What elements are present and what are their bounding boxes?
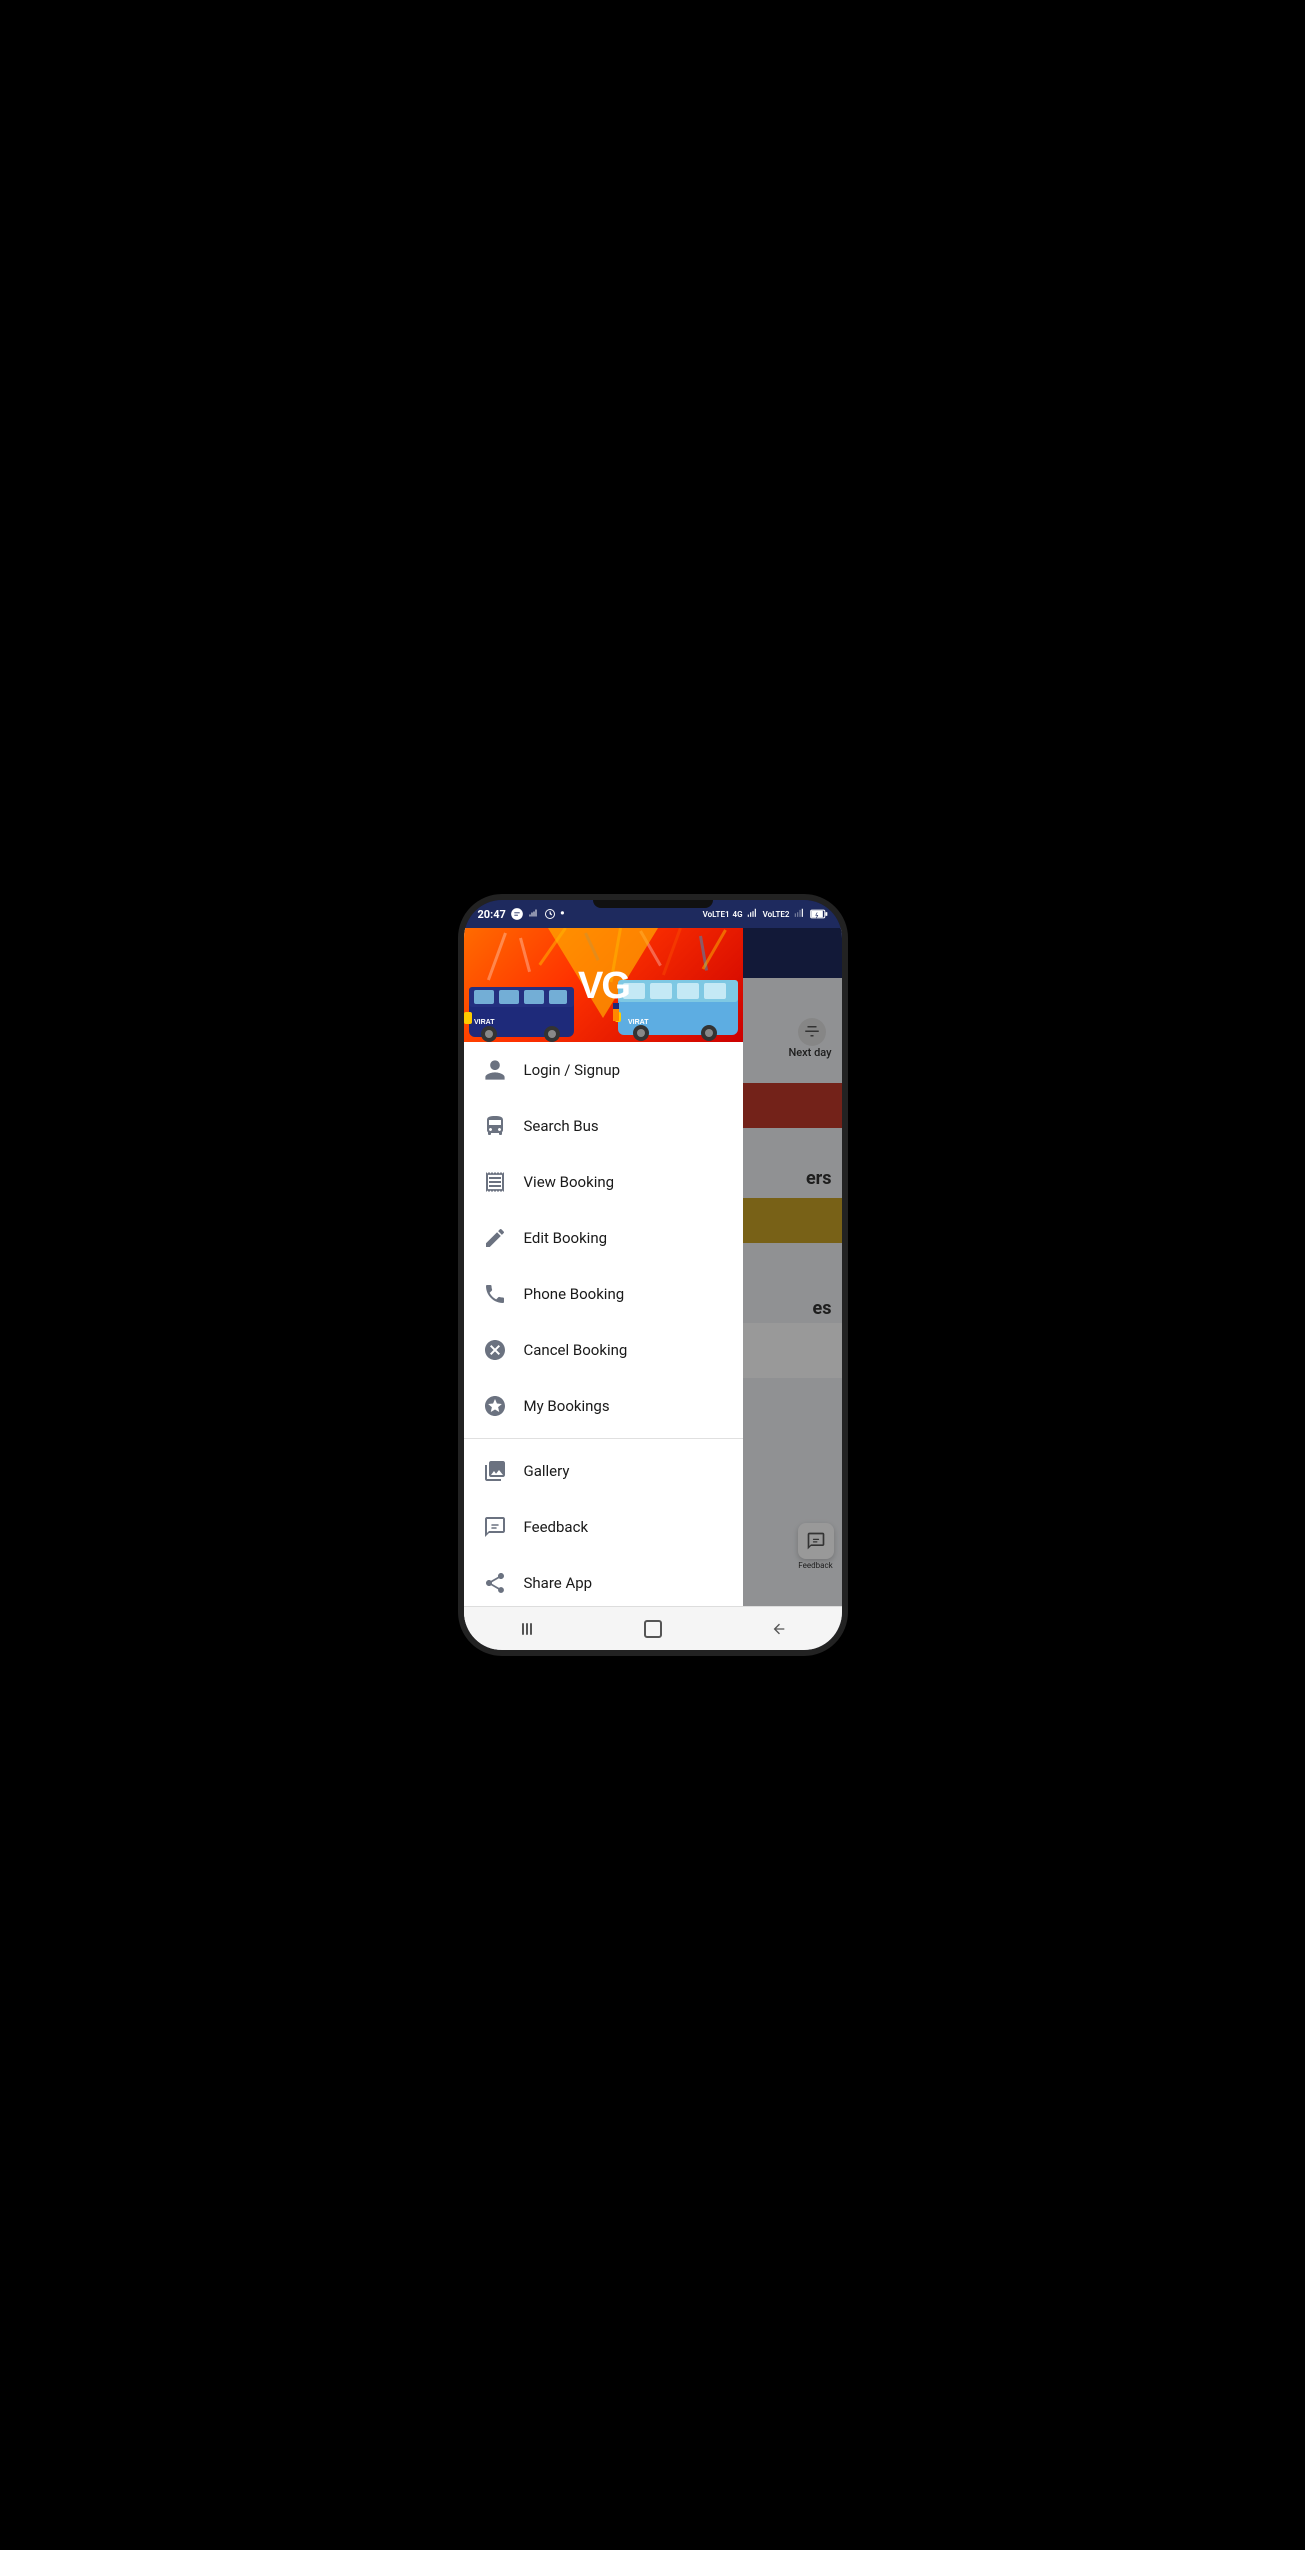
- menu-item-edit-booking[interactable]: Edit Booking: [464, 1210, 744, 1266]
- menu-item-my-bookings[interactable]: My Bookings: [464, 1378, 744, 1434]
- feedback-label: Feedback: [524, 1518, 589, 1536]
- receipt-icon: [480, 1167, 510, 1197]
- nav-home-icon: [644, 1620, 662, 1638]
- nav-back-button[interactable]: [759, 1609, 799, 1649]
- cancel-booking-label: Cancel Booking: [524, 1341, 628, 1359]
- signal-status-icon: [528, 907, 540, 921]
- menu-item-cancel-booking[interactable]: Cancel Booking: [464, 1322, 744, 1378]
- menu-item-phone-booking[interactable]: Phone Booking: [464, 1266, 744, 1322]
- menu-item-search-bus[interactable]: Search Bus: [464, 1098, 744, 1154]
- volte2-label: VoLTE2: [763, 910, 790, 919]
- svg-text:VIRAT: VIRAT: [628, 1019, 649, 1026]
- view-booking-label: View Booking: [524, 1173, 615, 1191]
- bus-icon: [480, 1111, 510, 1141]
- battery-icon: [810, 907, 828, 921]
- status-time: 20:47: [478, 908, 506, 921]
- svg-text:VG: VG: [578, 965, 629, 1007]
- share-app-label: Share App: [524, 1574, 593, 1592]
- phone-booking-label: Phone Booking: [524, 1285, 625, 1303]
- menu-item-gallery[interactable]: Gallery: [464, 1443, 744, 1499]
- menu-list: Login / Signup Search Bus View Booking: [464, 1042, 744, 1650]
- nav-bar: [464, 1606, 842, 1650]
- vpn-status-icon: [544, 907, 556, 921]
- share-icon: [480, 1568, 510, 1598]
- gallery-icon: [480, 1456, 510, 1486]
- nav-back-icon: [771, 1621, 787, 1637]
- signal-bars-2: [793, 907, 807, 921]
- banner: VG: [464, 928, 744, 1042]
- menu-divider: [464, 1438, 744, 1439]
- message-status-icon: [510, 907, 524, 921]
- screen: Next day DELINES S ers avels App es: [464, 928, 842, 1650]
- navigation-drawer: VG: [464, 928, 744, 1650]
- volte1-label: VoLTE1: [703, 910, 730, 919]
- bus-left: VIRAT: [464, 972, 584, 1042]
- menu-item-share-app[interactable]: Share App: [464, 1555, 744, 1611]
- phone-frame: 20:47 • VoLTE1 4G VoLTE2: [458, 894, 848, 1656]
- star-icon: [480, 1391, 510, 1421]
- status-right: VoLTE1 4G VoLTE2: [703, 907, 828, 921]
- menu-item-view-booking[interactable]: View Booking: [464, 1154, 744, 1210]
- status-left: 20:47 •: [478, 906, 565, 922]
- person-icon: [480, 1055, 510, 1085]
- my-bookings-label: My Bookings: [524, 1397, 610, 1415]
- edit-booking-label: Edit Booking: [524, 1229, 608, 1247]
- signal-bars-1: [746, 907, 760, 921]
- lte-label: 4G: [733, 910, 743, 919]
- banner-logo: VG: [576, 956, 630, 1012]
- gallery-label: Gallery: [524, 1462, 570, 1480]
- bus-right: VIRAT: [613, 970, 743, 1042]
- notch: [593, 900, 713, 908]
- phone-icon: [480, 1279, 510, 1309]
- edit-icon: [480, 1223, 510, 1253]
- menu-item-feedback[interactable]: Feedback: [464, 1499, 744, 1555]
- nav-recents-icon: [522, 1623, 532, 1635]
- login-signup-label: Login / Signup: [524, 1061, 621, 1079]
- search-bus-label: Search Bus: [524, 1117, 599, 1135]
- feedback-icon: [480, 1512, 510, 1542]
- menu-item-login-signup[interactable]: Login / Signup: [464, 1042, 744, 1098]
- cancel-icon: [480, 1335, 510, 1365]
- nav-recents-button[interactable]: [507, 1609, 547, 1649]
- svg-text:VIRAT: VIRAT: [474, 1019, 495, 1026]
- nav-home-button[interactable]: [633, 1609, 673, 1649]
- dot-status: •: [560, 906, 565, 922]
